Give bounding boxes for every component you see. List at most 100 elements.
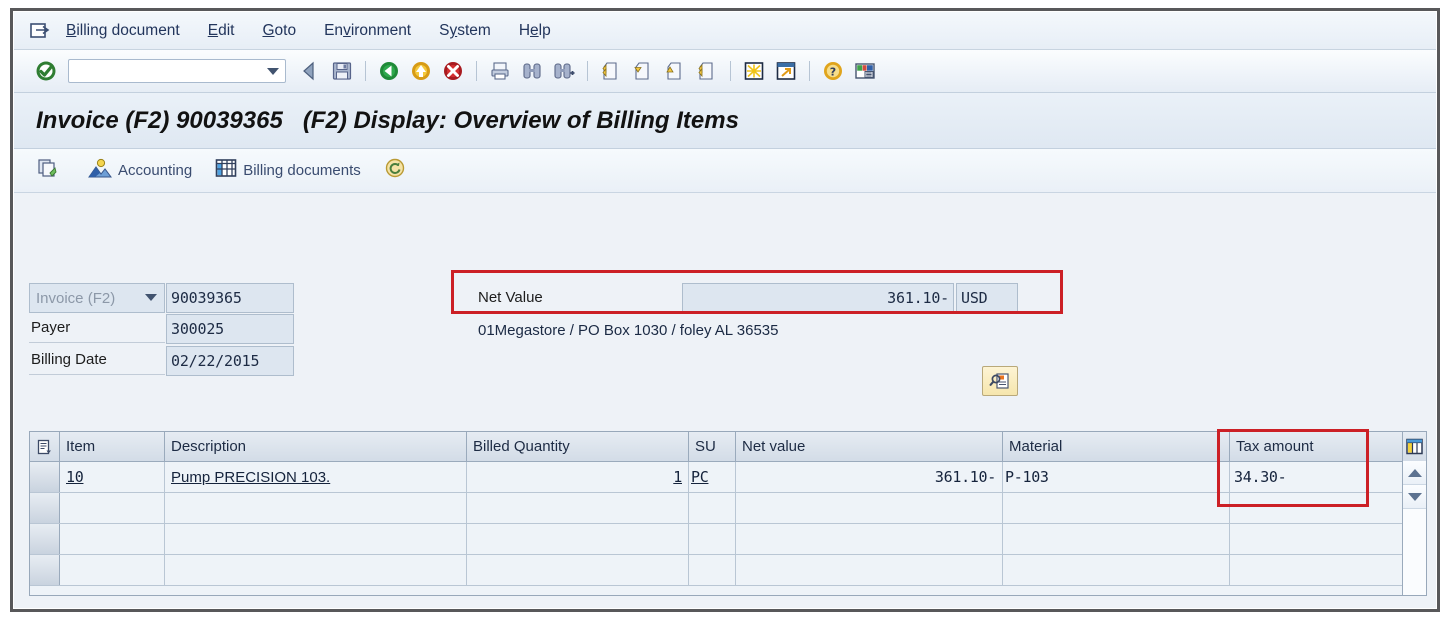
billing-documents-button[interactable]: Billing documents [208,156,367,186]
cell-tax-amount[interactable] [1230,524,1404,554]
net-value-field[interactable]: 361.10- [682,283,954,313]
cell-tax-amount[interactable]: 34.30- [1230,462,1404,492]
cell-net-value[interactable] [736,493,1003,523]
scroll-up-icon[interactable] [1403,461,1426,485]
document-type-label: Invoice (F2) [36,289,116,307]
next-page-icon[interactable] [660,57,690,85]
save-icon[interactable] [327,57,357,85]
customize-layout-icon[interactable] [850,57,880,85]
display-detail-button[interactable] [982,366,1018,396]
document-number-field[interactable]: 90039365 [166,283,294,313]
row-selector[interactable] [30,524,60,554]
cell-net-value[interactable] [736,524,1003,554]
column-header-tax-amount[interactable]: Tax amount [1230,432,1404,461]
table-vertical-scrollbar[interactable] [1402,461,1426,595]
column-header-description[interactable]: Description [165,432,467,461]
cell-billed-quantity[interactable] [467,524,689,554]
screen: Billing document Edit Goto Environment S… [0,0,1454,628]
cancel-red-icon[interactable] [438,57,468,85]
cell-su[interactable] [689,524,736,554]
select-all-icon[interactable] [30,432,60,461]
first-page-icon[interactable] [596,57,626,85]
refresh-button[interactable] [377,156,418,186]
chevron-down-icon[interactable] [267,68,279,75]
table-row[interactable] [30,555,1426,586]
enter-check-icon[interactable] [31,57,61,85]
cell-material[interactable] [1003,555,1230,585]
cell-billed-quantity[interactable] [467,493,689,523]
create-session-icon[interactable] [739,57,769,85]
cell-su-link[interactable]: PC [691,468,709,486]
column-header-billed-quantity[interactable]: Billed Quantity [467,432,689,461]
column-config-icon[interactable] [1402,432,1426,461]
window-list-icon[interactable] [30,21,52,41]
previous-page-icon[interactable] [628,57,658,85]
display-detail-icon [989,373,1009,389]
cell-material[interactable]: P-103 [1003,462,1230,492]
menu-item-goto[interactable]: Goto [262,22,296,40]
menu-items: Billing document Edit Goto Environment S… [66,12,579,50]
cell-description[interactable] [165,524,467,554]
row-selector[interactable] [30,555,60,585]
cell-item[interactable] [60,555,165,585]
accounting-button[interactable]: Accounting [81,156,198,186]
back-green-icon[interactable] [374,57,404,85]
cell-material[interactable] [1003,524,1230,554]
cell-material[interactable] [1003,493,1230,523]
column-header-material[interactable]: Material [1003,432,1230,461]
exit-yellow-icon[interactable] [406,57,436,85]
cell-description[interactable]: Pump PRECISION 103. [165,462,467,492]
scroll-down-icon[interactable] [1403,485,1426,509]
billing-documents-label: Billing documents [243,162,361,179]
cell-su[interactable]: PC [689,462,736,492]
column-header-net-value[interactable]: Net value [736,432,1003,461]
cell-item[interactable]: 10 [60,462,165,492]
menu-post-2: oto [274,22,297,39]
help-icon[interactable]: ? [818,57,848,85]
document-type-select[interactable]: Invoice (F2) [29,283,165,313]
menu-post-3: ironment [350,22,412,39]
payer-field[interactable]: 300025 [166,314,294,344]
create-shortcut-icon[interactable] [771,57,801,85]
find-next-icon[interactable] [549,57,579,85]
cell-description-link[interactable]: Pump PRECISION 103. [171,469,330,486]
cell-tax-amount[interactable] [1230,555,1404,585]
chevron-down-icon[interactable] [145,294,157,301]
menu-item-help[interactable]: Help [519,22,551,40]
last-page-icon[interactable] [692,57,722,85]
cell-net-value[interactable]: 361.10- [736,462,1003,492]
cell-item[interactable] [60,524,165,554]
command-field[interactable] [68,59,286,83]
billing-date-field[interactable]: 02/22/2015 [166,346,294,376]
display-document-flow-button[interactable] [30,156,71,186]
cell-billed-quantity[interactable]: 1 [467,462,689,492]
cell-description[interactable] [165,555,467,585]
menu-item-edit[interactable]: Edit [208,22,235,40]
menu-item-system[interactable]: System [439,22,491,40]
cell-item[interactable] [60,493,165,523]
table-row[interactable] [30,493,1426,524]
cell-billed-quantity-link[interactable]: 1 [673,468,682,486]
find-icon[interactable] [517,57,547,85]
back-arrow-icon[interactable] [295,57,325,85]
cell-tax-amount[interactable] [1230,493,1404,523]
cell-item-link[interactable]: 10 [66,468,84,486]
table-row[interactable] [30,524,1426,555]
cell-su[interactable] [689,493,736,523]
cell-billed-quantity[interactable] [467,555,689,585]
column-header-su[interactable]: SU [689,432,736,461]
print-icon[interactable] [485,57,515,85]
menu-item-environment[interactable]: Environment [324,22,411,40]
cell-net-value[interactable] [736,555,1003,585]
refresh-coin-icon [383,156,407,185]
net-value-currency-field[interactable]: USD [956,283,1018,313]
menu-item-billing-document[interactable]: Billing document [66,22,180,40]
row-selector[interactable] [30,462,60,492]
row-selector[interactable] [30,493,60,523]
cell-su[interactable] [689,555,736,585]
application-toolbar: Accounting Billing documents [14,149,1436,193]
column-header-item[interactable]: Item [60,432,165,461]
table-row[interactable]: 10 Pump PRECISION 103. 1 PC 361.10- P-10… [30,462,1426,493]
billing-documents-icon [214,156,238,185]
cell-description[interactable] [165,493,467,523]
